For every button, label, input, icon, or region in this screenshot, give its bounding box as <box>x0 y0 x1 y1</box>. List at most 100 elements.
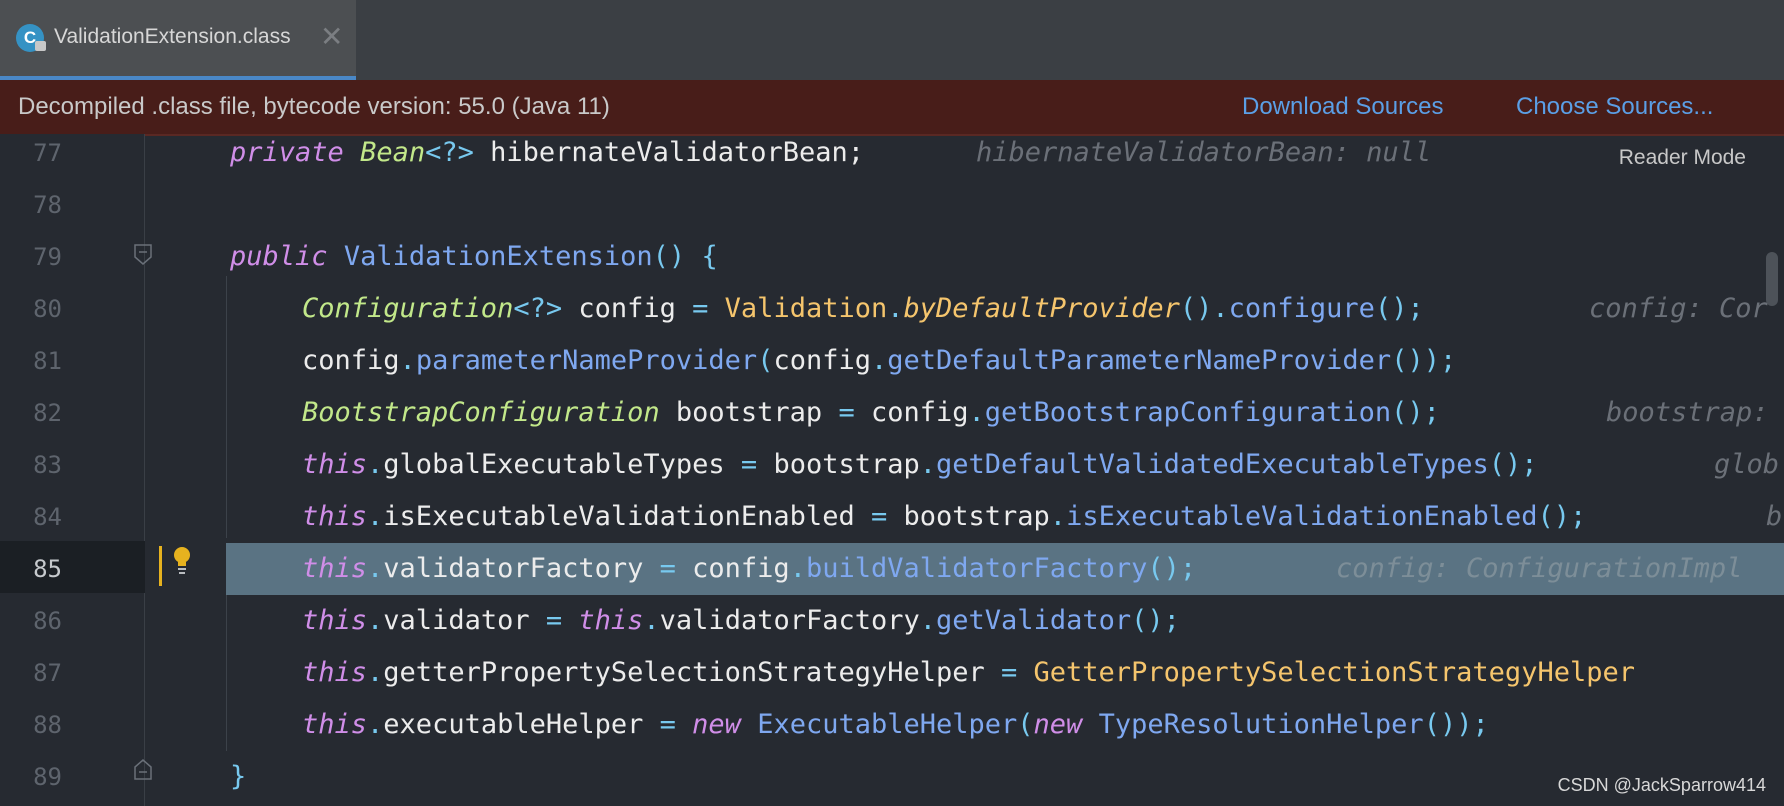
lock-icon <box>35 41 46 51</box>
choose-sources-link[interactable]: Choose Sources... <box>1516 93 1713 121</box>
inline-hint: hibernateValidatorBean: null <box>976 137 1432 168</box>
punctuation: ( <box>757 345 774 376</box>
keyword-this: this <box>302 553 368 584</box>
line-number: 78 <box>33 191 62 219</box>
inline-hint: glob <box>1714 449 1780 480</box>
static-method: byDefaultProvider <box>903 293 1180 324</box>
editor-tab-bar: C ValidationExtension.class ✕ <box>0 0 1784 80</box>
line-number: 89 <box>33 763 62 791</box>
code-line-88[interactable]: this.executableHelper = new ExecutableHe… <box>146 699 1784 751</box>
download-sources-link[interactable]: Download Sources <box>1242 93 1443 121</box>
punctuation: ( <box>1017 709 1034 740</box>
dot: . <box>399 345 416 376</box>
method-name: isExecutableValidationEnabled <box>1066 501 1538 532</box>
debug-execution-marker <box>159 546 162 586</box>
field-name: validatorFactory <box>383 553 660 584</box>
method-name: getBootstrapConfiguration <box>984 397 1392 428</box>
keyword-this: this <box>302 657 368 688</box>
var-bootstrap: bootstrap <box>773 449 920 480</box>
operator: = <box>659 553 693 584</box>
generic: <?> <box>425 137 474 168</box>
punctuation: (). <box>1179 293 1229 324</box>
punctuation: ()); <box>1423 709 1489 740</box>
keyword-this: this <box>302 449 368 480</box>
line-number: 88 <box>33 711 62 739</box>
paren-brace: () { <box>652 241 718 272</box>
keyword-this: this <box>578 605 644 636</box>
reader-mode-button[interactable]: Reader Mode <box>1619 146 1746 170</box>
constructor-name: ValidationExtension <box>343 241 653 272</box>
code-line-79[interactable]: public ValidationExtension() { <box>146 231 1784 283</box>
code-editor[interactable]: 77 78 79 80 81 82 83 84 85 86 87 88 89 p… <box>0 134 1784 806</box>
operator: = <box>692 293 725 324</box>
closing-brace: } <box>230 761 247 792</box>
code-line-81[interactable]: config.parameterNameProvider(config.getD… <box>146 335 1784 387</box>
line-number-current: 85 <box>33 555 62 583</box>
class-name: ExecutableHelper <box>740 709 1018 740</box>
inline-hint: config: ConfigurationImpl <box>1336 553 1743 584</box>
field-name: validatorFactory <box>659 605 920 636</box>
method-name: buildValidatorFactory <box>805 553 1148 584</box>
type-configuration: Configuration <box>302 293 514 324</box>
code-line-82[interactable]: BootstrapConfiguration bootstrap = confi… <box>146 387 1784 439</box>
code-line-80[interactable]: Configuration<?> config = Validation.byD… <box>146 283 1784 335</box>
dot: . <box>871 345 888 376</box>
dot: . <box>968 397 985 428</box>
type-name: BootstrapConfiguration <box>302 397 660 428</box>
operator: = <box>870 501 904 532</box>
field-name: validator <box>383 605 546 636</box>
field-name: hibernateValidatorBean <box>473 137 848 168</box>
keyword-private: private <box>230 137 344 168</box>
banner-message: Decompiled .class file, bytecode version… <box>18 93 610 120</box>
code-line-85-highlighted[interactable]: this.validatorFactory = config.buildVali… <box>226 543 1784 595</box>
generic: <?> <box>513 293 563 324</box>
method-name: getValidator <box>936 605 1132 636</box>
code-line-89[interactable]: } <box>146 751 1784 803</box>
code-line-86[interactable]: this.validator = this.validatorFactory.g… <box>146 595 1784 647</box>
keyword-new: new <box>692 709 741 740</box>
code-line-87[interactable]: this.getterPropertySelectionStrategyHelp… <box>146 647 1784 699</box>
punctuation: (); <box>1131 605 1180 636</box>
keyword-this: this <box>302 605 368 636</box>
var-config: config <box>562 293 693 324</box>
punctuation: ()); <box>1391 345 1457 376</box>
method-configure: configure <box>1228 293 1375 324</box>
var-config: config <box>870 397 969 428</box>
var-config: config <box>692 553 790 584</box>
line-number: 86 <box>33 607 62 635</box>
code-line-83[interactable]: this.globalExecutableTypes = bootstrap.g… <box>146 439 1784 491</box>
line-number: 81 <box>33 347 62 375</box>
dot: . <box>643 605 660 636</box>
code-line-77[interactable]: private Bean<?> hibernateValidatorBean; … <box>146 134 1784 179</box>
type-bean: Bean <box>360 137 426 168</box>
dot: . <box>887 293 904 324</box>
method-name: getDefaultValidatedExecutableTypes <box>936 449 1489 480</box>
tab-validation-extension[interactable]: C ValidationExtension.class ✕ <box>0 0 356 80</box>
keyword-new: new <box>1033 709 1083 740</box>
var-config: config <box>302 345 400 376</box>
lightbulb-icon[interactable] <box>172 545 192 575</box>
close-icon[interactable]: ✕ <box>320 20 343 53</box>
inline-hint: bootstrap: <box>1606 397 1769 428</box>
operator: = <box>740 449 774 480</box>
inline-hint: config: Cor <box>1589 293 1768 324</box>
operator: = <box>1001 657 1034 688</box>
method-name: parameterNameProvider <box>415 345 758 376</box>
dot: . <box>367 605 384 636</box>
keyword-public: public <box>230 241 328 272</box>
var-bootstrap: bootstrap <box>659 397 839 428</box>
var-bootstrap: bootstrap <box>903 501 1050 532</box>
punctuation: (); <box>1391 397 1440 428</box>
code-line-84[interactable]: this.isExecutableValidationEnabled = boo… <box>146 491 1784 543</box>
keyword-this: this <box>302 709 368 740</box>
line-number: 87 <box>33 659 62 687</box>
class-name: TypeResolutionHelper <box>1082 709 1424 740</box>
tab-title: ValidationExtension.class <box>54 25 291 48</box>
dot: . <box>367 657 384 688</box>
vertical-scrollbar[interactable] <box>1766 252 1778 306</box>
dot: . <box>367 449 384 480</box>
line-number: 79 <box>33 243 62 271</box>
operator: = <box>659 709 693 740</box>
punctuation: (); <box>1537 501 1587 532</box>
field-name: executableHelper <box>383 709 660 740</box>
